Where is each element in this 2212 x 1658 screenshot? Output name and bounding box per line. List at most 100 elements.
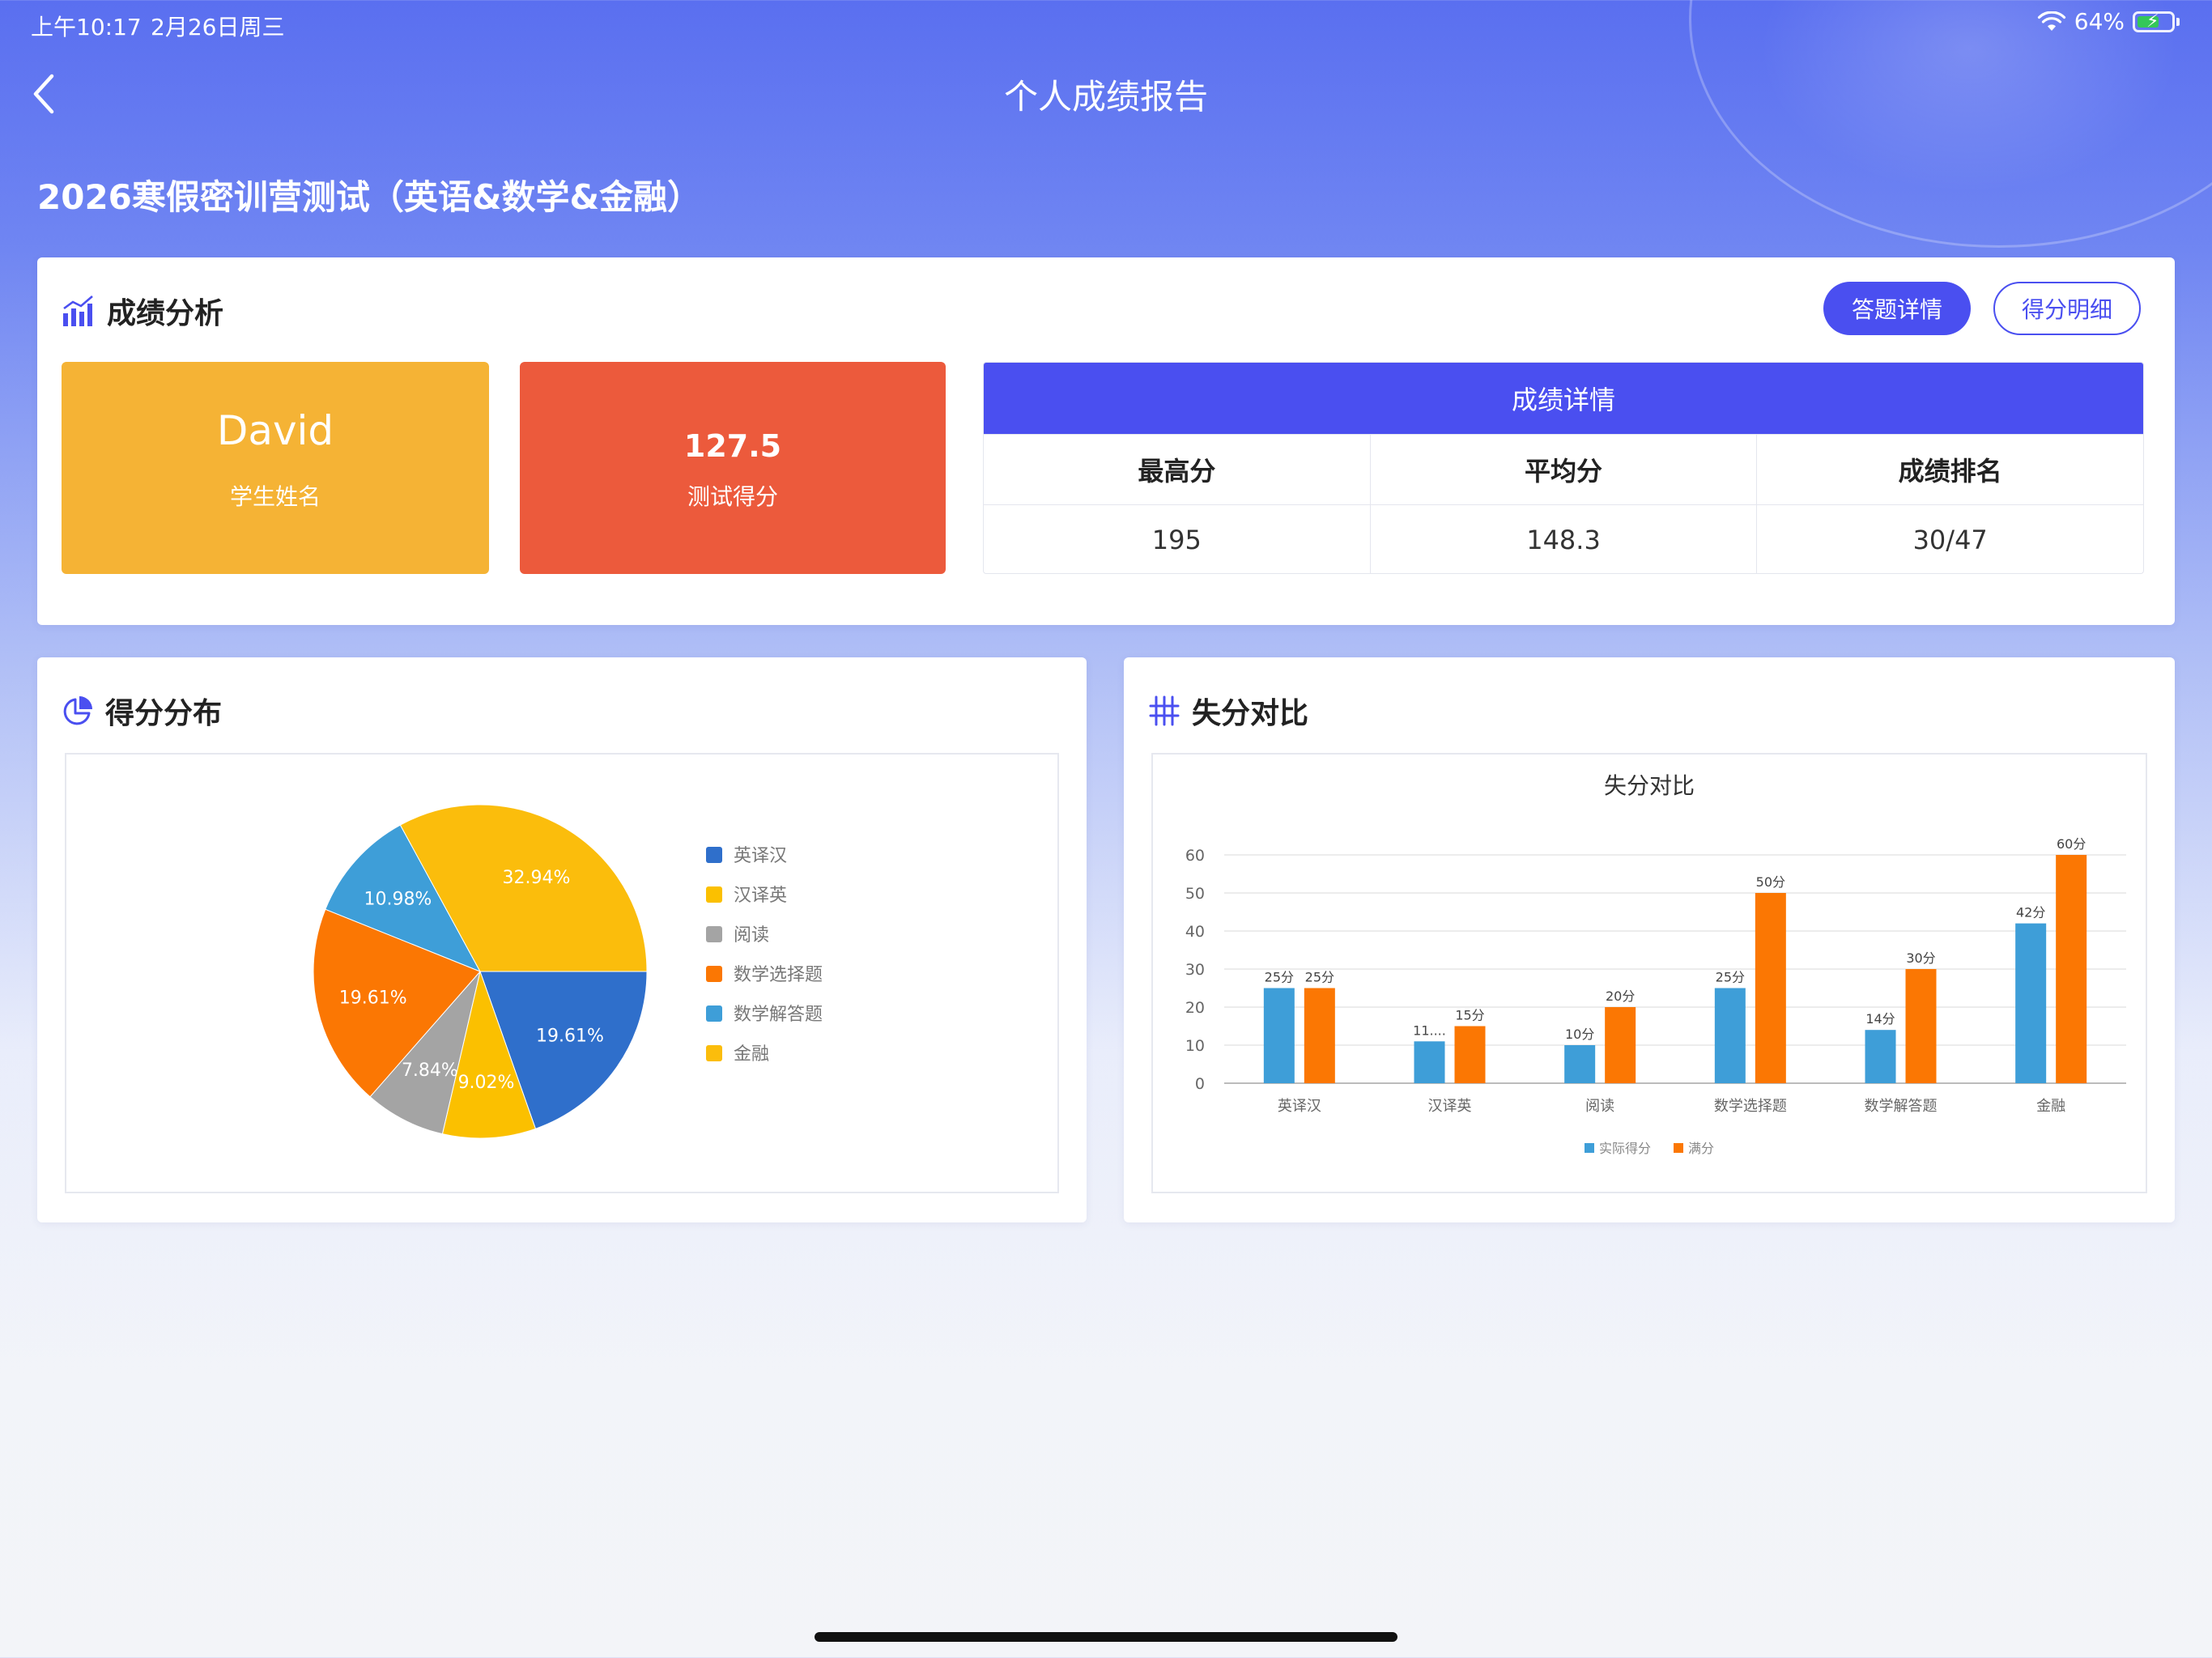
table-row: 195 148.3 30/47 [984,504,2143,573]
x-tick-label: 英译汉 [1278,1098,1321,1115]
x-tick-label: 数学解答题 [1865,1098,1938,1115]
pie-slice-label: 9.02% [458,1073,515,1093]
legend-item-实际得分[interactable]: 实际得分 [1599,1141,1651,1156]
legend-swatch [706,1005,722,1022]
y-tick-label: 10 [1185,1037,1205,1055]
bar-满分-数学解答题[interactable] [1905,969,1937,1083]
x-tick-label: 金融 [2036,1098,2065,1115]
wifi-icon [2037,11,2065,31]
header-max-score: 最高分 [984,435,1371,504]
bar-value-label: 25分 [1265,970,1294,985]
x-tick-label: 阅读 [1585,1098,1614,1115]
status-date: 2月26日周三 [151,14,285,40]
pie-slice-label: 32.94% [502,868,570,888]
student-name-box: David 学生姓名 [62,362,489,574]
loss-comparison-header: 失分对比 [1148,690,1308,732]
legend-item-汉译英[interactable]: 汉译英 [734,886,787,906]
battery-percent: 64% [2074,8,2125,35]
header-avg-score: 平均分 [1371,435,1758,504]
legend-swatch [1585,1143,1594,1153]
score-detail-table: 成绩详情 最高分 平均分 成绩排名 195 148.3 30/47 [983,362,2144,574]
bar-实际得分-数学选择题[interactable] [1714,988,1746,1084]
legend-item-英译汉[interactable]: 英译汉 [734,846,787,866]
header-rank: 成绩排名 [1898,456,2002,487]
pie-slice-label: 19.61% [536,1027,604,1047]
bar-实际得分-英译汉[interactable] [1263,988,1295,1084]
status-time: 上午10:17 [31,14,142,40]
bar-value-label: 20分 [1606,988,1635,1004]
legend-swatch [706,1045,722,1061]
y-tick-label: 40 [1185,923,1205,941]
exam-title: 2026寒假密训营测试（英语&数学&金融） [37,177,702,217]
y-tick-label: 50 [1185,885,1205,903]
bar-实际得分-金融[interactable] [2015,923,2047,1083]
bar-实际得分-阅读[interactable] [1564,1045,1596,1083]
bar-value-label: 25分 [1305,970,1334,985]
legend-swatch [1674,1143,1683,1153]
test-score-label: 测试得分 [687,483,778,510]
bar-value-label: 60分 [2057,836,2086,852]
score-analysis-header: 成绩分析 [62,290,223,332]
bar-满分-英译汉[interactable] [1304,988,1335,1084]
bar-chart-icon [63,295,93,326]
legend-swatch [706,847,722,863]
legend-item-金融[interactable]: 金融 [734,1044,769,1065]
page-title: 个人成绩报告 [1003,77,1208,117]
y-tick-label: 0 [1195,1075,1205,1093]
bar-value-label: 10分 [1565,1027,1594,1042]
table-header-row: 最高分 平均分 成绩排名 [984,434,2143,504]
y-tick-label: 60 [1185,847,1205,865]
student-name-label: 学生姓名 [229,483,321,510]
bar-满分-金融[interactable] [2056,855,2087,1083]
bar-value-label: 42分 [2016,905,2045,920]
home-indicator[interactable] [815,1632,1397,1642]
bar-value-label: 50分 [1756,874,1785,890]
bar-chart-frame: 失分对比 0 10 20 30 40 50 60 25分 25分英译汉 11.... 15分汉译英 10… [1151,753,2147,1193]
bar-value-label: 25分 [1716,970,1745,985]
legend-item-数学解答题[interactable]: 数学解答题 [734,1005,823,1025]
score-distribution-header: 得分分布 [62,690,222,732]
bar-满分-汉译英[interactable] [1454,1026,1486,1084]
score-breakdown-button[interactable]: 得分明细 [1993,282,2141,335]
bar-满分-数学选择题[interactable] [1755,893,1786,1083]
legend-swatch [706,886,722,903]
student-name: David [216,407,334,454]
rank-value: 30/47 [1912,525,1988,555]
y-tick-label: 30 [1185,961,1205,979]
bar-实际得分-数学解答题[interactable] [1865,1030,1896,1083]
bar-value-label: 11.... [1413,1022,1446,1038]
score-distribution-title: 得分分布 [105,697,223,730]
avg-score-value: 148.3 [1371,505,1758,573]
test-score: 127.5 [683,428,782,464]
pie-slice-label: 19.61% [339,988,407,1009]
bar-chart: 失分对比 0 10 20 30 40 50 60 25分 25分英译汉 11.... 15分汉译英 10… [1185,772,2126,1156]
score-detail-title: 成绩详情 [984,363,2143,434]
bar-满分-阅读[interactable] [1605,1007,1636,1083]
status-indicators: 64% ⚡ [2037,8,2180,35]
score-analysis-title: 成绩分析 [107,297,224,330]
pie-slice-label: 7.84% [402,1061,458,1081]
bar-value-label: 15分 [1455,1008,1484,1023]
battery-icon: ⚡ [2133,11,2175,32]
x-tick-label: 数学选择题 [1714,1098,1787,1115]
bar-chart-title: 失分对比 [1604,772,1695,799]
legend-item-数学选择题[interactable]: 数学选择题 [734,965,823,985]
legend-swatch [706,926,722,942]
answer-details-button[interactable]: 答题详情 [1823,282,1971,335]
status-bar: 上午10:17 2月26日周三 64% ⚡ [0,0,2212,49]
legend-swatch [706,966,722,982]
bar-value-label: 14分 [1865,1011,1895,1027]
loss-comparison-title: 失分对比 [1192,697,1309,730]
bar-实际得分-汉译英[interactable] [1414,1041,1445,1083]
legend-item-阅读[interactable]: 阅读 [734,925,769,946]
pie-chart: 19.61% 9.02%7.84% 19.61% 10.98% 32.94% 英译汉汉译英… [313,804,823,1139]
legend-item-满分[interactable]: 满分 [1688,1141,1714,1156]
pie-slice-label: 10.98% [364,890,432,910]
x-tick-label: 汉译英 [1428,1098,1472,1115]
compare-icon [1149,695,1180,726]
y-tick-label: 20 [1185,999,1205,1017]
pie-chart-frame: 19.61% 9.02% 7.84% 19.61% 10.98% 32.94% 英译汉汉译英… [65,753,1059,1193]
test-score-box: 127.5 测试得分 [520,362,946,574]
max-score-value: 195 [984,505,1371,573]
pie-chart-icon [63,696,92,725]
